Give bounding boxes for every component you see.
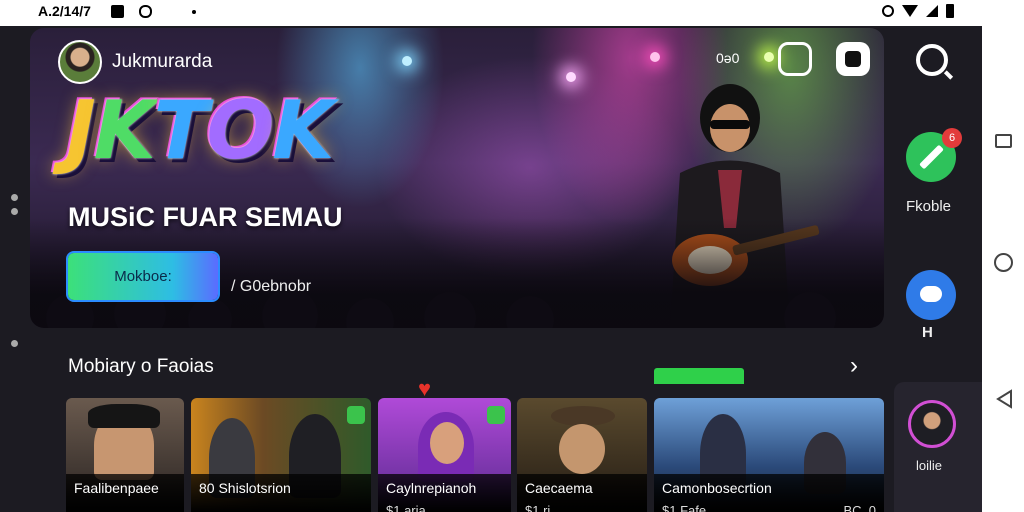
section-title: Mobiary o Faoias <box>68 356 214 377</box>
card-figure <box>551 406 615 426</box>
hero-secondary-link[interactable]: / G0ebnobr <box>231 278 311 296</box>
card-caption-text: Caylnrepianoh <box>386 480 477 496</box>
card-caption: Caecaema $1.ri <box>517 474 647 512</box>
card-figure <box>559 424 605 474</box>
signal-icon <box>926 5 938 17</box>
logo-letter: K <box>93 84 156 177</box>
user-profile[interactable]: Jukmurarda <box>58 40 212 84</box>
stage-light <box>402 56 412 66</box>
mini-profile-card[interactable]: loilie <box>894 382 982 512</box>
page-indicator <box>11 340 18 347</box>
card-figure <box>430 422 464 464</box>
page-indicator <box>11 208 18 215</box>
app-screen: Jukmurarda JKTOK MUSiC FUAR SEMAU Mokboe… <box>0 26 982 512</box>
view-counter: 0ə0 <box>716 50 740 66</box>
content-card[interactable]: 80 Shislotsrion <box>191 398 371 512</box>
content-row: Faalibenpaee 80 Shislotsrion Caylnrepian… <box>0 384 894 512</box>
hero-cta-button[interactable]: Mokboe: <box>68 253 218 300</box>
card-tag <box>347 406 365 424</box>
logo-letter: J <box>66 84 96 177</box>
mini-profile-label: loilie <box>916 458 943 473</box>
recents-icon[interactable] <box>995 134 1012 148</box>
status-bar: A.2/14/7 <box>0 0 1024 26</box>
content-card[interactable]: Faalibenpaee <box>66 398 184 512</box>
system-nav-bar <box>982 26 1024 512</box>
battery-icon <box>946 4 954 18</box>
live-indicator <box>654 368 744 384</box>
content-card[interactable]: Caecaema $1.ri <box>517 398 647 512</box>
app-notification-icon <box>139 5 152 18</box>
card-figure <box>88 404 160 428</box>
content-card[interactable]: Caylnrepianoh $1 aria <box>378 398 511 512</box>
edit-label: Fkoble <box>906 198 952 215</box>
page-indicator <box>11 194 18 201</box>
hero-headline: MUSiC FUAR SEMAU <box>68 202 343 232</box>
hero-banner[interactable]: Jukmurarda JKTOK MUSiC FUAR SEMAU Mokboe… <box>30 28 884 328</box>
stage-light <box>650 52 660 62</box>
card-extra: BC. 0 <box>843 503 876 512</box>
card-caption: Camonbosecrtion $1 Fafe BC. 0 <box>654 474 884 512</box>
card-caption: Caylnrepianoh $1 aria <box>378 474 511 512</box>
notification-badge: 6 <box>942 128 962 148</box>
logo-letter: K <box>272 84 334 177</box>
logo-letter: T <box>153 84 209 177</box>
logo-letter: O <box>206 84 274 177</box>
mini-avatar[interactable] <box>908 400 956 448</box>
voice-chat-button[interactable] <box>906 270 956 320</box>
share-icon[interactable] <box>778 42 812 76</box>
card-tag <box>487 406 505 424</box>
wifi-icon <box>902 5 918 17</box>
card-subtitle: $1.ri <box>525 503 551 512</box>
user-name: Jukmurarda <box>112 51 213 72</box>
stage-light <box>566 72 576 82</box>
back-icon[interactable] <box>995 389 1013 409</box>
search-icon[interactable] <box>916 44 948 76</box>
card-subtitle: $1 Fafe <box>662 503 707 512</box>
stage-light <box>764 52 774 62</box>
home-icon[interactable] <box>994 253 1013 272</box>
card-caption: 80 Shislotsrion <box>191 474 371 512</box>
stop-icon[interactable] <box>836 42 870 76</box>
notification-icon <box>111 5 124 18</box>
card-caption-text: Camonbosecrtion <box>662 480 772 496</box>
avatar[interactable] <box>58 40 102 84</box>
chevron-right-icon[interactable]: › <box>850 352 858 380</box>
status-icons <box>882 4 954 18</box>
voice-chat-label: H <box>922 324 933 341</box>
more-notifications-icon <box>192 10 196 14</box>
right-rail: 6 Fkoble H loilie <box>894 28 982 512</box>
sim-icon <box>882 5 894 17</box>
card-caption: Faalibenpaee <box>66 474 184 512</box>
app-logo: JKTOK <box>66 84 334 177</box>
card-subtitle: $1 aria <box>386 503 426 512</box>
status-time: A.2/14/7 <box>38 3 91 19</box>
content-card[interactable]: Camonbosecrtion $1 Fafe BC. 0 <box>654 398 884 512</box>
card-caption-text: Caecaema <box>525 480 593 496</box>
